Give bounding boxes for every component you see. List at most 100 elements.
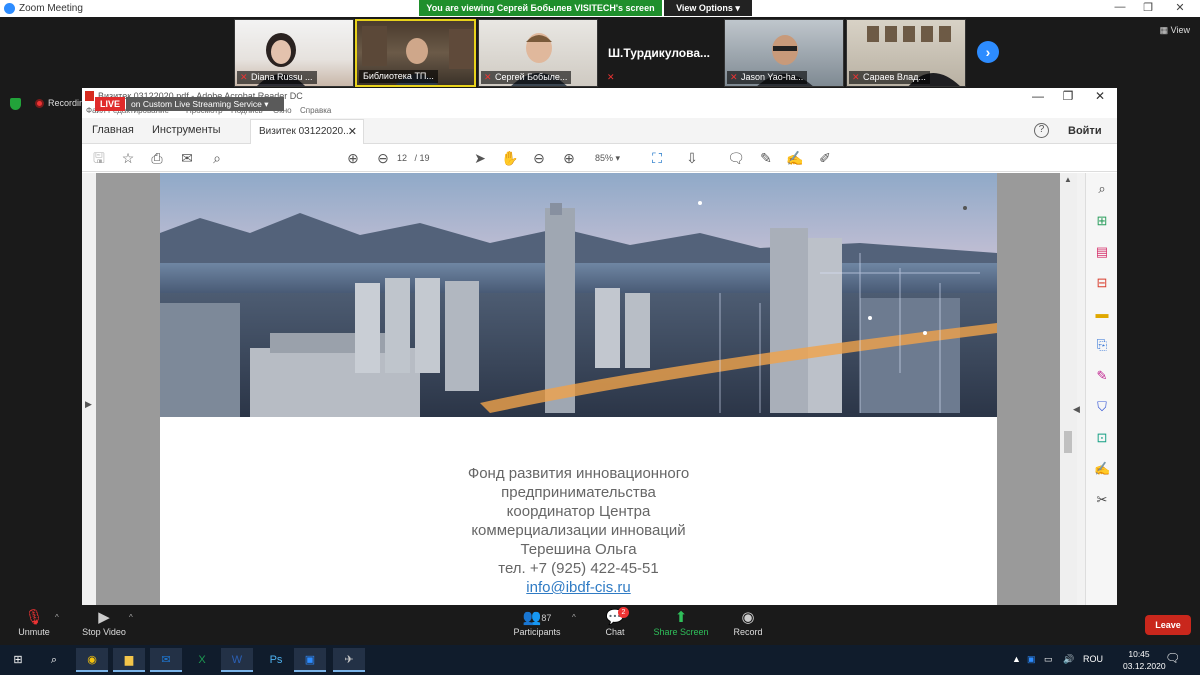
minimize-icon[interactable]: — (1110, 1, 1130, 13)
chrome-icon[interactable]: ◉ (76, 648, 108, 672)
leave-button[interactable]: Leave (1145, 615, 1191, 635)
zoom-taskbar-icon[interactable]: ▣ (294, 648, 326, 672)
unmute-label: Unmute (18, 627, 50, 637)
participant-tile[interactable]: ✕ Сергей Бобыле... (478, 19, 598, 87)
page-indicator[interactable]: 12 / 19 (397, 153, 430, 163)
email-icon[interactable]: ✉ (178, 149, 196, 167)
help-icon[interactable]: ? (1034, 123, 1049, 138)
excel-icon[interactable]: X (186, 648, 218, 672)
participant-tile[interactable]: Ш.Турдикулова... ✕ (601, 19, 721, 87)
maximize-icon[interactable]: ❐ (1138, 1, 1158, 14)
current-page-input[interactable]: 12 (397, 153, 407, 163)
previous-page-icon[interactable]: ⊕ (344, 149, 362, 167)
clock-date: 03.12.2020 (1123, 661, 1166, 671)
save-icon[interactable]: 🖫 (90, 149, 108, 167)
viewing-banner: You are viewing Сергей Бобылев VISITECH'… (419, 0, 662, 16)
app-taskbar-icon[interactable]: ✈ (333, 648, 365, 672)
outlook-icon[interactable]: ✉ (150, 648, 182, 672)
video-options-caret-icon[interactable]: ^ (129, 613, 133, 622)
comment-icon[interactable]: 🗨 (727, 149, 745, 167)
participants-button[interactable]: 👥87 Participants (510, 609, 564, 637)
export-pdf-icon[interactable]: ⊟ (1094, 275, 1110, 291)
print-icon[interactable]: ⎙ (148, 149, 166, 167)
right-pane-collapse-strip[interactable] (1077, 173, 1085, 605)
view-button[interactable]: ▦ View (1160, 25, 1190, 36)
record-button[interactable]: ◉ Record (730, 609, 766, 637)
participant-name: Библиотека ТП... (359, 70, 438, 83)
next-page-icon[interactable]: ⊖ (374, 149, 392, 167)
tab-document[interactable]: Визитек 03122020... ✕ (250, 119, 364, 144)
audio-options-caret-icon[interactable]: ^ (55, 613, 59, 622)
photoshop-icon[interactable]: Ps (260, 648, 292, 672)
show-hidden-icons-icon[interactable]: ▲ (1012, 654, 1021, 664)
participant-tile[interactable]: ✕ Diana Russu ... (234, 19, 354, 87)
document-view[interactable]: ▶ Фонд развития инновационного предприни… (82, 173, 1085, 605)
share-screen-button[interactable]: ⬆ Share Screen (652, 609, 710, 637)
zoom-titlebar: Zoom Meeting You are viewing Сергей Бобы… (0, 0, 1200, 17)
close-icon[interactable]: ✕ (1170, 1, 1190, 14)
bookmark-star-icon[interactable]: ☆ (119, 149, 137, 167)
search-zoom-icon[interactable]: ⌕ (1094, 181, 1110, 197)
close-tab-icon[interactable]: ✕ (348, 125, 357, 138)
fill-sign-tool-icon[interactable]: ✍ (1094, 461, 1110, 477)
gallery-next-button[interactable]: › (977, 41, 999, 63)
tab-home[interactable]: Главная (92, 124, 134, 136)
sign-icon[interactable]: ✎ (1094, 368, 1110, 384)
close-icon[interactable]: ✕ (1088, 89, 1112, 103)
muted-mic-icon: ✕ (730, 72, 738, 82)
enhance-scan-icon[interactable]: ⊡ (1094, 430, 1110, 446)
card-email-link[interactable]: info@ibdf-cis.ru (526, 579, 630, 596)
volume-icon[interactable]: 🔊 (1063, 654, 1074, 665)
unmute-button[interactable]: 🎙 Unmute (14, 609, 54, 637)
fill-sign-icon[interactable]: ✐ (816, 149, 834, 167)
network-icon[interactable]: ▭ (1044, 654, 1053, 665)
windows-start-icon[interactable]: ⊞ (2, 648, 34, 672)
search-icon[interactable]: ⌕ (208, 149, 226, 167)
taskbar-clock[interactable]: 10:45 03.12.2020 (1123, 648, 1166, 672)
comment-tool-icon[interactable]: ▬ (1094, 306, 1110, 322)
word-icon[interactable]: W (221, 648, 253, 672)
participants-caret-icon[interactable]: ^ (572, 613, 576, 622)
fit-page-icon[interactable]: ⛶ (648, 149, 666, 167)
scrollbar-thumb[interactable] (1064, 431, 1072, 453)
left-pane-toggle[interactable]: ▶ (82, 173, 96, 605)
card-line-phone: тел. +7 (925) 422-45-51 (498, 560, 659, 577)
scroll-mode-icon[interactable]: ⇩ (683, 149, 701, 167)
draw-icon[interactable]: ✍ (786, 149, 804, 167)
expand-left-icon: ▶ (85, 399, 92, 409)
participant-tile[interactable]: ✕ Jason Yao-ha... (724, 19, 844, 87)
zoom-out-icon[interactable]: ⊖ (530, 149, 548, 167)
participant-tile[interactable]: Библиотека ТП... (355, 19, 476, 87)
hand-tool-icon[interactable]: ✋ (501, 149, 519, 167)
organize-pages-icon[interactable]: ▤ (1094, 244, 1110, 260)
more-tools-icon[interactable]: ✂ (1094, 492, 1110, 508)
view-options-button[interactable]: View Options ▾ (664, 0, 752, 16)
zoom-level-select[interactable]: 85% ▾ (595, 153, 620, 164)
participant-name: ✕ Сергей Бобыле... (481, 71, 572, 84)
edit-pdf-icon[interactable]: ⎘ (1094, 337, 1110, 353)
language-indicator[interactable]: ROU (1083, 654, 1103, 664)
taskbar-search-icon[interactable]: ⌕ (38, 648, 70, 672)
tab-tools[interactable]: Инструменты (152, 124, 221, 136)
participant-tile[interactable]: ✕ Сараев Влад... (846, 19, 966, 87)
restore-icon[interactable]: ❐ (1056, 89, 1080, 103)
signin-button[interactable]: Войти (1068, 125, 1102, 137)
vertical-scrollbar[interactable]: ▲ (1060, 173, 1077, 605)
create-pdf-icon[interactable]: ⊞ (1094, 213, 1110, 229)
live-badge[interactable]: LIVE (95, 97, 125, 111)
scroll-up-icon[interactable]: ▲ (1064, 175, 1072, 184)
collapse-right-pane-icon[interactable]: ◀ (1073, 404, 1080, 415)
minimize-icon[interactable]: — (1026, 89, 1050, 103)
zoom-in-icon[interactable]: ⊕ (560, 149, 578, 167)
participants-icon: 👥87 (522, 609, 552, 626)
file-explorer-icon[interactable]: ▆ (113, 648, 145, 672)
menu-help[interactable]: Справка (300, 106, 331, 115)
notifications-icon[interactable]: 🗨 (1165, 651, 1180, 665)
stop-video-button[interactable]: ▶ Stop Video (80, 609, 128, 637)
highlight-pen-icon[interactable]: ✎ (757, 149, 775, 167)
stop-video-label: Stop Video (82, 627, 126, 637)
select-cursor-icon[interactable]: ➤ (471, 149, 489, 167)
outlook-tray-icon[interactable]: ▣ (1027, 654, 1036, 665)
share-screen-icon: ⬆ (674, 609, 688, 626)
protect-shield-icon[interactable]: ⛉ (1094, 399, 1110, 415)
